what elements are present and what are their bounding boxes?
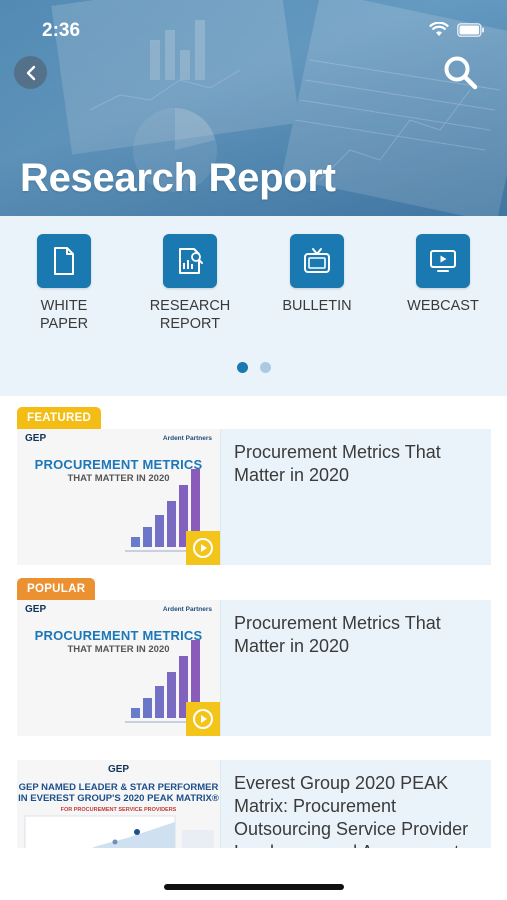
category-carousel[interactable]: WHITE PAPER RESEARCH REPORT BULLETIN WEB… xyxy=(0,216,507,396)
popular-badge: POPULAR xyxy=(17,578,96,600)
category-webcast[interactable]: WEBCAST xyxy=(383,234,503,315)
card-thumbnail: GEP Ardent Partners PROCUREMENT METRICS … xyxy=(17,600,221,736)
list-item[interactable]: GEP Ardent Partners PROCUREMENT METRICS … xyxy=(17,429,491,565)
page-title: Research Report xyxy=(20,156,336,200)
category-research-report-tile xyxy=(163,234,217,288)
thumbnail-title: PROCUREMENT METRICS xyxy=(34,628,203,643)
list-item[interactable]: GEP Ardent Partners PROCUREMENT METRICS … xyxy=(17,600,491,736)
pager-dot-active[interactable] xyxy=(236,362,248,373)
card-title[interactable]: Procurement Metrics That Matter in 2020 xyxy=(234,441,482,487)
thumbnail-subtitle: THAT MATTER IN 2020 xyxy=(67,473,170,484)
card-thumbnail: GEP GEP NAMED LEADER & STAR PERFORMER IN… xyxy=(17,760,221,848)
category-label: WHITE PAPER xyxy=(39,298,89,332)
back-button[interactable] xyxy=(14,56,47,89)
carousel-pager xyxy=(0,362,507,373)
monitor-play-icon xyxy=(430,250,456,272)
search-button[interactable] xyxy=(442,54,480,92)
search-icon xyxy=(444,56,478,90)
play-button[interactable] xyxy=(186,702,220,736)
play-button[interactable] xyxy=(186,531,220,565)
report-chart-icon xyxy=(179,248,203,274)
status-icons xyxy=(429,22,485,37)
category-research-report[interactable]: RESEARCH REPORT xyxy=(130,234,250,333)
play-icon xyxy=(193,709,213,729)
card-thumbnail: GEP Ardent Partners PROCUREMENT METRICS … xyxy=(17,429,221,565)
tv-icon xyxy=(304,248,330,273)
home-indicator[interactable] xyxy=(164,884,344,890)
category-webcast-tile xyxy=(416,234,470,288)
featured-badge: FEATURED xyxy=(17,407,102,429)
document-icon xyxy=(54,247,74,275)
thumbnail-subtitle: THAT MATTER IN 2020 xyxy=(67,644,170,655)
category-white-paper-tile xyxy=(37,234,91,288)
wifi-icon xyxy=(429,22,449,36)
chevron-left-icon xyxy=(26,65,35,80)
card-title[interactable]: Everest Group 2020 PEAK Matrix: Procurem… xyxy=(234,772,482,848)
thumbnail-title: PROCUREMENT METRICS xyxy=(34,457,203,472)
list-item[interactable]: GEP GEP NAMED LEADER & STAR PERFORMER IN… xyxy=(17,760,491,848)
category-label: RESEARCH REPORT xyxy=(149,298,231,332)
header-banner: 2:36 Research Report xyxy=(0,0,507,216)
play-icon xyxy=(193,538,213,558)
category-bulletin[interactable]: BULLETIN xyxy=(257,234,377,315)
category-label: WEBCAST xyxy=(407,298,479,314)
content-list[interactable]: FEATURED GEP Ardent Partners PROCUREMENT… xyxy=(0,396,507,848)
category-label: BULLETIN xyxy=(282,298,352,314)
status-time: 2:36 xyxy=(42,20,81,41)
category-bulletin-tile xyxy=(290,234,344,288)
card-title[interactable]: Procurement Metrics That Matter in 2020 xyxy=(234,612,482,658)
battery-icon xyxy=(457,22,484,37)
category-white-paper[interactable]: WHITE PAPER xyxy=(4,234,124,333)
matrix-chart-illustration xyxy=(24,815,214,848)
pager-dot[interactable] xyxy=(259,362,271,373)
